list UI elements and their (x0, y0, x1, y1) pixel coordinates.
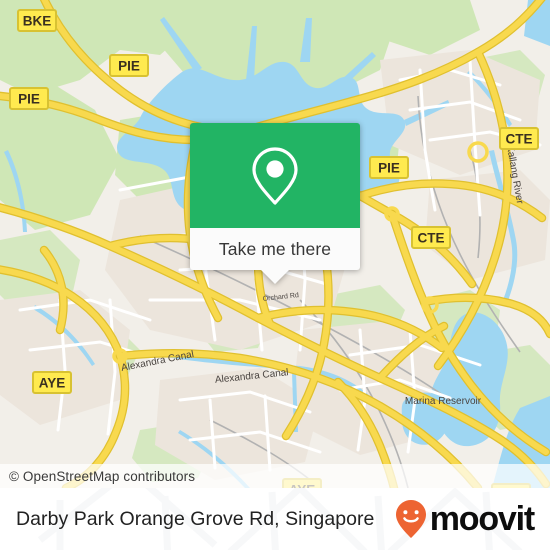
highway-shield: BKE (17, 9, 57, 32)
popup-header (190, 123, 360, 228)
highway-shield: CTE (411, 226, 451, 249)
osm-attribution-text: © OpenStreetMap contributors (9, 468, 196, 484)
highway-shield: PIE (109, 54, 149, 77)
highway-shield-label: BKE (23, 14, 52, 29)
highway-shield: PIE (9, 87, 49, 110)
footer-bar: Darby Park Orange Grove Rd, Singapore mo… (0, 488, 550, 550)
highway-shield-label: CTE (506, 132, 533, 147)
take-me-there-label: Take me there (218, 238, 332, 259)
highway-shield-label: PIE (18, 92, 40, 107)
place-title: Darby Park Orange Grove Rd, Singapore (16, 507, 375, 530)
highway-shield-label: PIE (378, 161, 400, 176)
highway-shield-label: PIE (118, 59, 140, 74)
highway-shield-label: CTE (418, 231, 445, 246)
map-pin-icon (252, 146, 298, 205)
moovit-logo: moovit (394, 499, 535, 539)
map-popup-card[interactable]: Take me there (190, 123, 360, 284)
moovit-wordmark: moovit (429, 500, 535, 538)
osm-attribution: © OpenStreetMap contributors (0, 464, 550, 488)
highway-shield-label: AYE (39, 376, 66, 391)
highway-shield: AYE (32, 371, 72, 394)
moovit-map-screenshot: Kallang River Alexandra Canal Alexandra Ca… (0, 0, 550, 550)
popup-pointer-tail (261, 270, 289, 284)
highway-shield: CTE (499, 127, 539, 150)
map-place-label: Marina Reservoir (405, 396, 482, 407)
popup-footer[interactable]: Take me there (190, 228, 360, 284)
moovit-smiley-pin-icon (395, 500, 426, 538)
highway-shield: PIE (369, 156, 409, 179)
